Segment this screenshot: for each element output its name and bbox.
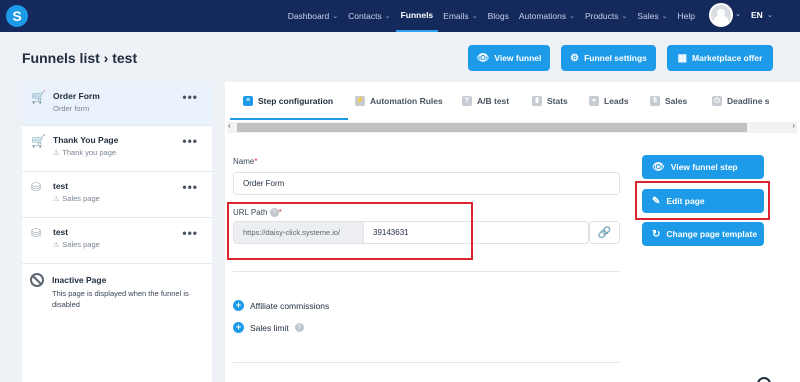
eye-icon: 👁	[652, 161, 665, 173]
cart-icon: 🛒	[31, 90, 46, 104]
funnel-steps-sidebar: 🛒 Order Form Order form ••• 🛒 Thank You …	[22, 82, 212, 382]
divider	[233, 362, 620, 363]
tab-step-configuration[interactable]: ≡ Step configuration	[243, 96, 333, 106]
tab-sales[interactable]: $ Sales	[650, 96, 687, 106]
gear-icon: ⚙	[570, 52, 580, 64]
change-page-template-button[interactable]: ↻ Change page template	[642, 222, 764, 246]
main-menu: Dashboard ⌄ Contacts ⌄ Funnels Emails ⌄ Blo…	[283, 0, 700, 32]
sliders-icon: ≡	[243, 96, 253, 106]
chevron-down-icon: ⌄	[661, 13, 668, 20]
link-icon: 🔗	[597, 227, 612, 239]
chevron-down-icon[interactable]: ⌄	[735, 10, 741, 18]
user-avatar[interactable]	[709, 3, 733, 27]
plus-icon: +	[233, 322, 244, 333]
scrollbar-thumb[interactable]	[237, 123, 747, 132]
scroll-right-arrow-icon[interactable]: ›	[792, 121, 795, 130]
plus-icon: +	[233, 300, 244, 311]
warning-icon: ⚠	[53, 150, 60, 157]
step-title: test	[53, 227, 69, 237]
nav-blogs[interactable]: Blogs	[483, 0, 514, 32]
chevron-down-icon: ⌄	[332, 13, 339, 20]
nav-products[interactable]: Products ⌄	[580, 0, 632, 32]
coins-icon: ⛁	[31, 226, 42, 240]
view-funnel-step-button[interactable]: 👁 View funnel step	[642, 155, 764, 179]
step-title: Thank You Page	[53, 135, 119, 145]
systeme-logo[interactable]: S	[6, 5, 28, 27]
step-type: ⚠ Sales page	[53, 240, 100, 249]
step-thank-you-page[interactable]: 🛒 Thank You Page ⚠ Thank you page •••	[22, 126, 212, 172]
step-type: ⚠ Sales page	[53, 194, 100, 203]
nav-dashboard[interactable]: Dashboard ⌄	[283, 0, 343, 32]
warning-icon: ⚠	[53, 242, 60, 249]
more-options-button[interactable]: •••	[182, 180, 198, 194]
tab-automation-rules[interactable]: ⚡ Automation Rules	[355, 96, 443, 106]
tab-leads[interactable]: ● Leads	[589, 96, 629, 106]
dollar-icon: $	[650, 96, 660, 106]
chevron-down-icon: ⌄	[569, 13, 575, 20]
step-tabs: ≡ Step configuration ⚡ Automation Rules YA…	[225, 82, 800, 122]
inactive-page-description: This page is displayed when the funnel i…	[52, 289, 189, 309]
lightning-icon: ⚡	[355, 96, 365, 106]
nav-emails[interactable]: Emails ⌄	[438, 0, 482, 32]
eye-icon: 👁	[476, 52, 490, 64]
refresh-icon: ↻	[652, 228, 661, 240]
edit-page-highlight	[635, 181, 770, 220]
tabs-scrollbar[interactable]: ‹ ›	[227, 121, 797, 133]
name-label: Name*	[233, 157, 258, 166]
users-icon: ●	[589, 96, 599, 106]
coins-icon: ⛁	[31, 180, 42, 194]
cart-icon: 🛒	[31, 134, 46, 148]
divider	[233, 271, 620, 272]
chevron-down-icon: ⌄	[384, 13, 391, 20]
nav-help[interactable]: Help	[673, 0, 700, 32]
page-title: Funnels list › test	[22, 50, 138, 66]
inactive-page-title[interactable]: Inactive Page	[52, 275, 106, 285]
url-path-highlight	[227, 202, 473, 260]
copy-link-button[interactable]: 🔗	[589, 221, 620, 244]
chevron-down-icon[interactable]: ⌄	[767, 11, 773, 19]
nav-contacts[interactable]: Contacts ⌄	[343, 0, 395, 32]
name-field[interactable]: Order Form	[233, 172, 620, 195]
step-order-form[interactable]: 🛒 Order Form Order form •••	[22, 82, 212, 126]
tag-icon: ▦	[677, 52, 688, 64]
more-options-button[interactable]: •••	[182, 90, 198, 104]
tab-stats[interactable]: ▮ Stats	[532, 96, 568, 106]
more-options-button[interactable]: •••	[182, 226, 198, 240]
funnel-settings-button[interactable]: ⚙ Funnel settings	[561, 45, 656, 71]
chevron-down-icon: ⌄	[621, 13, 628, 20]
more-options-button[interactable]: •••	[182, 134, 198, 148]
step-test-2[interactable]: ⛁ test ⚠ Sales page •••	[22, 218, 212, 264]
step-title: Order Form	[53, 91, 100, 101]
bar-chart-icon: ▮	[532, 96, 542, 106]
language-selector[interactable]: EN	[751, 10, 763, 20]
scroll-left-arrow-icon[interactable]: ‹	[228, 121, 231, 130]
nav-sales[interactable]: Sales ⌄	[632, 0, 672, 32]
nav-funnels[interactable]: Funnels	[395, 0, 439, 32]
top-navbar: S Dashboard ⌄ Contacts ⌄ Funnels Emails ⌄ B…	[0, 0, 800, 32]
clock-icon: ◷	[712, 96, 722, 106]
disabled-icon	[30, 273, 44, 287]
nav-automations[interactable]: Automations ⌄	[514, 0, 580, 32]
chevron-down-icon: ⌄	[471, 13, 478, 20]
sales-limit-toggle[interactable]: + Sales limit?	[233, 322, 304, 333]
warning-icon: ⚠	[53, 196, 60, 203]
step-type: ⚠ Thank you page	[53, 148, 117, 157]
marketplace-offer-button[interactable]: ▦ Marketplace offer	[667, 45, 773, 71]
affiliate-commissions-toggle[interactable]: + Affiliate commissions	[233, 300, 329, 311]
view-funnel-button[interactable]: 👁 View funnel	[468, 45, 550, 71]
step-type: Order form	[53, 104, 90, 113]
active-tab-indicator	[230, 118, 348, 120]
step-title: test	[53, 181, 69, 191]
split-icon: Y	[462, 96, 472, 106]
step-test-1[interactable]: ⛁ test ⚠ Sales page •••	[22, 172, 212, 218]
tab-ab-test[interactable]: Y A/B test	[462, 96, 509, 106]
help-icon[interactable]: ?	[294, 323, 304, 332]
tab-deadline[interactable]: ◷ Deadline s	[712, 96, 770, 106]
